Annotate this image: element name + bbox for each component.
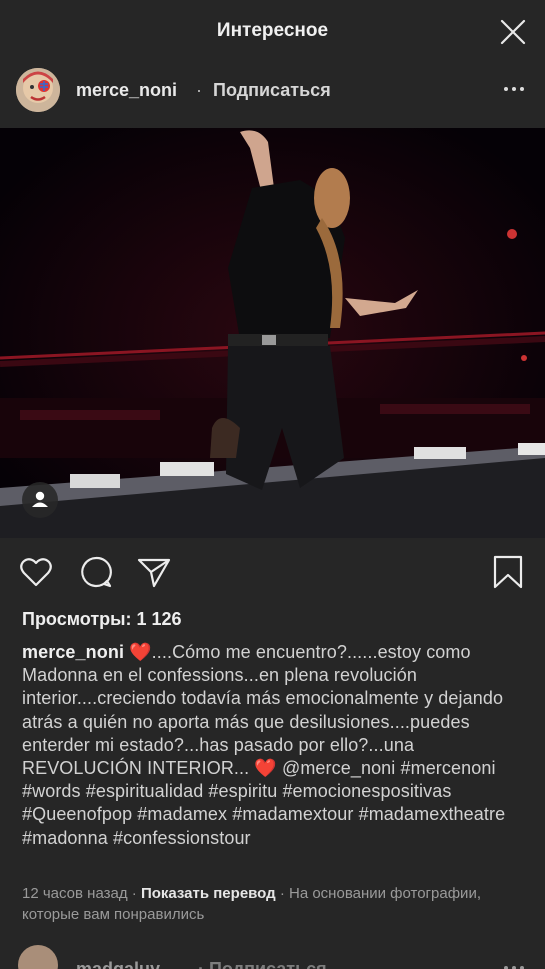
next-author-avatar[interactable] [18, 945, 58, 969]
close-icon[interactable] [499, 18, 527, 46]
send-icon[interactable] [136, 554, 172, 590]
post-caption: merce_noni ❤️....Cómo me encuentro?.....… [22, 641, 527, 850]
caption-username[interactable]: merce_noni [22, 642, 124, 662]
post-time: 12 часов назад [22, 885, 128, 902]
next-author-username[interactable]: madgaluy [76, 959, 160, 969]
separator-dot: · [196, 80, 202, 100]
next-post-header: madgaluy · Подписаться [0, 945, 545, 969]
user-tag-icon [32, 491, 48, 507]
show-translation-link[interactable]: Показать перевод [141, 885, 276, 902]
tagged-users-button[interactable] [22, 482, 58, 518]
meta-dot: · [127, 885, 141, 902]
next-follow-button[interactable]: · Подписаться [198, 959, 327, 969]
author-avatar[interactable] [16, 68, 60, 112]
top-bar: Интересное [0, 0, 545, 64]
more-dots-icon[interactable] [503, 963, 525, 969]
author-username[interactable]: merce_noni [76, 80, 177, 101]
video-frame [0, 128, 545, 538]
post-header: merce_noni · Подписаться [0, 64, 545, 129]
caption-heart-emoji-2: ❤️ [254, 758, 277, 779]
action-bar [0, 548, 545, 598]
more-dots-icon[interactable] [503, 76, 525, 102]
comment-icon[interactable] [78, 554, 114, 590]
caption-heart-emoji: ❤️ [129, 642, 152, 662]
post-video[interactable] [0, 128, 545, 538]
page-title: Интересное [216, 20, 329, 41]
bookmark-icon[interactable] [490, 554, 526, 590]
avatar-image [16, 68, 60, 112]
heart-icon[interactable] [18, 554, 54, 590]
follow-button[interactable]: Подписаться [213, 80, 331, 101]
post-meta: 12 часов назад · Показать перевод · На о… [22, 883, 527, 925]
views-count: Просмотры: 1 126 [22, 609, 182, 629]
